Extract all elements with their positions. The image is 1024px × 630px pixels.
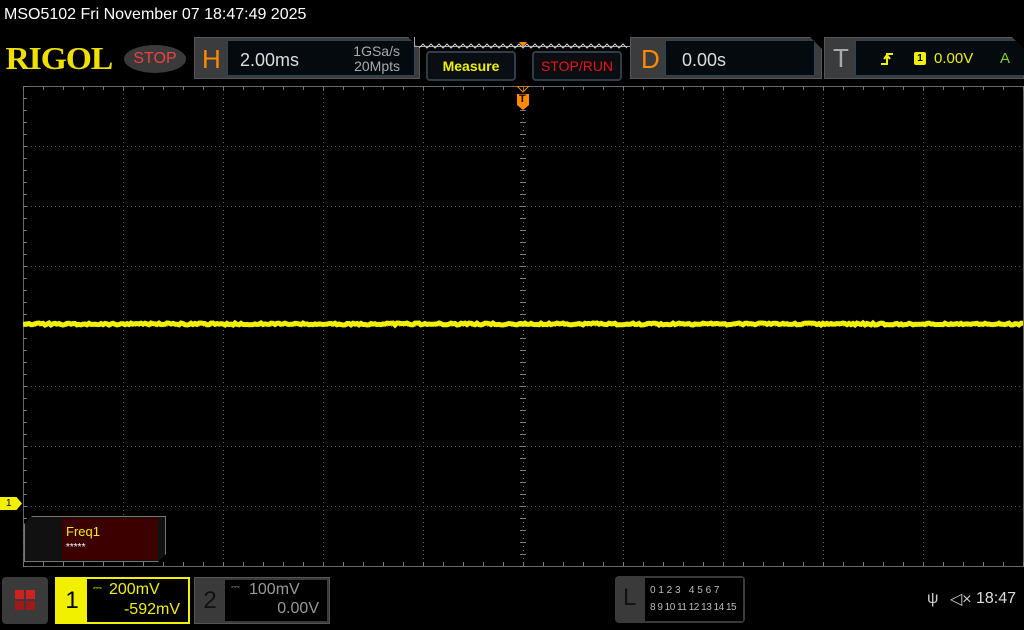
ch1-offset-marker[interactable]: 1 xyxy=(0,497,22,510)
channel-1-offset: -592mV xyxy=(124,601,180,619)
channel-1-trace xyxy=(23,323,1023,325)
trigger-level: 0.00V xyxy=(934,50,973,67)
trigger-marker-label: T xyxy=(519,93,526,105)
dc-coupling-icon: ⎓ xyxy=(93,582,102,595)
delay-value: 0.00s xyxy=(682,50,726,71)
clock-time: 18:47 xyxy=(976,590,1016,608)
waveform-grid[interactable] xyxy=(23,86,1024,567)
logic-panel[interactable]: L 0 1 2 3 4 5 6 7 8 9 10 11 12 13 14 15 xyxy=(615,576,745,623)
logic-channels-row2: 8 9 10 11 12 13 14 15 xyxy=(650,602,736,613)
measure-button[interactable]: Measure xyxy=(426,51,516,81)
horizontal-panel[interactable]: H 2.00ms 1GSa/s 20Mpts xyxy=(194,37,420,79)
delay-label: D xyxy=(641,44,660,75)
grid-menu-icon xyxy=(2,577,48,624)
channel-1-panel[interactable]: 1 ⎓ 200mV -592mV xyxy=(55,577,190,624)
stop-run-button[interactable]: STOP/RUN xyxy=(532,51,622,81)
title-bar: MSO5102 Fri November 07 18:47:49 2025 xyxy=(0,0,1024,30)
trigger-source-badge: 1 xyxy=(914,52,926,65)
trigger-mode: A xyxy=(1000,50,1010,67)
ch1-marker-label: 1 xyxy=(0,497,22,510)
logic-channels-row1: 0 1 2 3 4 5 6 7 xyxy=(650,585,720,596)
channel-1-number: 1 xyxy=(57,579,87,622)
channel-2-offset: 0.00V xyxy=(277,600,319,618)
trigger-panel[interactable]: T 1 0.00V A xyxy=(824,37,1024,79)
delay-panel[interactable]: D 0.00s xyxy=(630,37,822,79)
measurement-value: ***** xyxy=(66,542,85,553)
horizontal-label: H xyxy=(202,44,221,75)
speaker-muted-icon[interactable]: ◁× xyxy=(950,589,972,609)
measurement-label: Freq1 xyxy=(66,524,100,539)
channel-2-scale: 100mV xyxy=(249,581,300,599)
dc-coupling-icon: ⎓ xyxy=(231,581,240,594)
channel-1-scale: 200mV xyxy=(109,581,160,599)
rising-edge-icon xyxy=(880,51,894,67)
waveform-overview-icon xyxy=(415,41,633,50)
usb-icon: ψ xyxy=(927,590,938,608)
timebase-value: 2.00ms xyxy=(240,50,299,71)
logic-label: L xyxy=(623,584,636,612)
memory-position-bar xyxy=(414,37,634,47)
channel-2-panel[interactable]: 2 ⎓ 100mV 0.00V xyxy=(194,577,330,624)
menu-button[interactable] xyxy=(2,577,48,624)
memory-depth: 20Mpts xyxy=(354,58,400,74)
channel-2-number: 2 xyxy=(195,578,225,623)
run-status-badge: STOP xyxy=(124,45,186,73)
freq-measurement: Freq1 ***** xyxy=(62,518,158,560)
sample-rate: 1GSa/s xyxy=(353,43,400,59)
trigger-position-marker[interactable]: T xyxy=(516,86,530,110)
trigger-label: T xyxy=(833,43,849,74)
rigol-logo: RIGOL xyxy=(5,40,112,77)
